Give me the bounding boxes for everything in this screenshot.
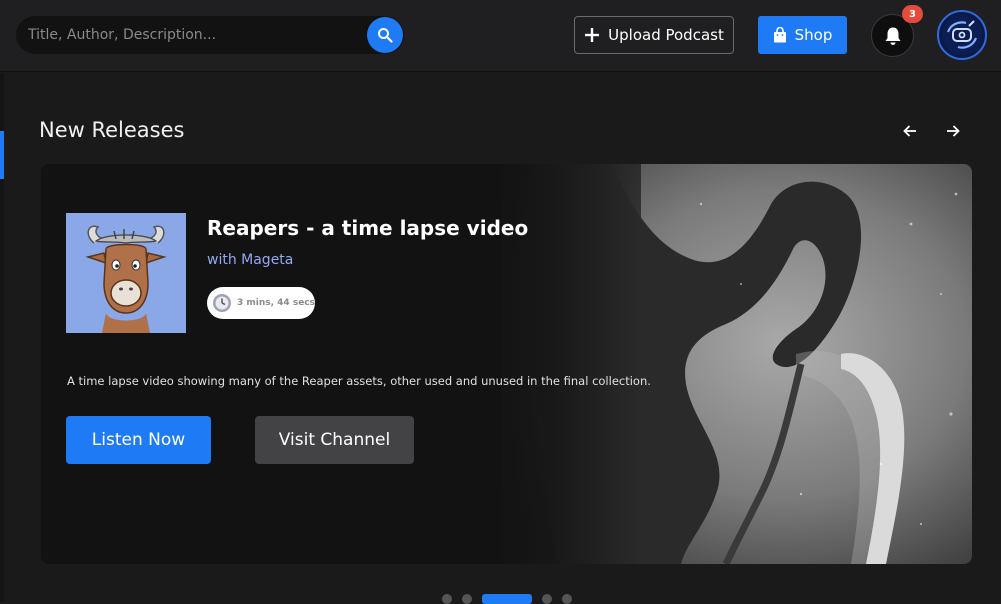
search-bar (16, 16, 404, 54)
user-avatar[interactable] (937, 10, 987, 60)
carousel-dot[interactable] (542, 594, 552, 604)
carousel-dot[interactable] (562, 594, 572, 604)
upload-podcast-button[interactable]: Upload Podcast (574, 16, 734, 54)
carousel-next-button[interactable] (941, 119, 965, 143)
plus-icon (585, 28, 600, 42)
shop-button[interactable]: Shop (758, 16, 847, 54)
duration-text: 3 mins, 44 secs (237, 298, 315, 308)
top-bar: Upload Podcast Shop 3 (0, 0, 1001, 72)
episode-thumbnail[interactable] (66, 213, 186, 333)
episode-description: A time lapse video showing many of the R… (67, 374, 651, 388)
episode-title: Reapers - a time lapse video (207, 216, 529, 240)
search-button[interactable] (367, 17, 403, 53)
sidebar-active-indicator (0, 131, 4, 179)
visit-channel-button[interactable]: Visit Channel (255, 416, 414, 464)
shop-label: Shop (794, 26, 833, 44)
listen-now-button[interactable]: Listen Now (66, 416, 211, 464)
duration-badge: 3 mins, 44 secs (207, 287, 315, 319)
bell-icon (885, 27, 900, 45)
upload-podcast-label: Upload Podcast (608, 26, 724, 44)
gnu-mascot-icon (66, 213, 186, 333)
arrow-left-icon (903, 125, 916, 137)
carousel-dot[interactable] (442, 594, 452, 604)
arrow-right-icon (947, 125, 960, 137)
featured-release-card: Reapers - a time lapse video with Mageta… (41, 164, 972, 564)
episode-host-link[interactable]: with Mageta (207, 252, 293, 268)
clock-icon (213, 294, 231, 312)
carousel-dot-active[interactable] (482, 594, 532, 604)
search-icon (378, 28, 393, 43)
shopping-bag-icon (773, 27, 786, 43)
avatar-logo-icon (942, 15, 982, 55)
notification-count-badge: 3 (902, 5, 923, 23)
carousel-dot[interactable] (462, 594, 472, 604)
section-title: New Releases (39, 118, 185, 142)
carousel-prev-button[interactable] (898, 119, 922, 143)
search-input[interactable] (28, 16, 368, 54)
